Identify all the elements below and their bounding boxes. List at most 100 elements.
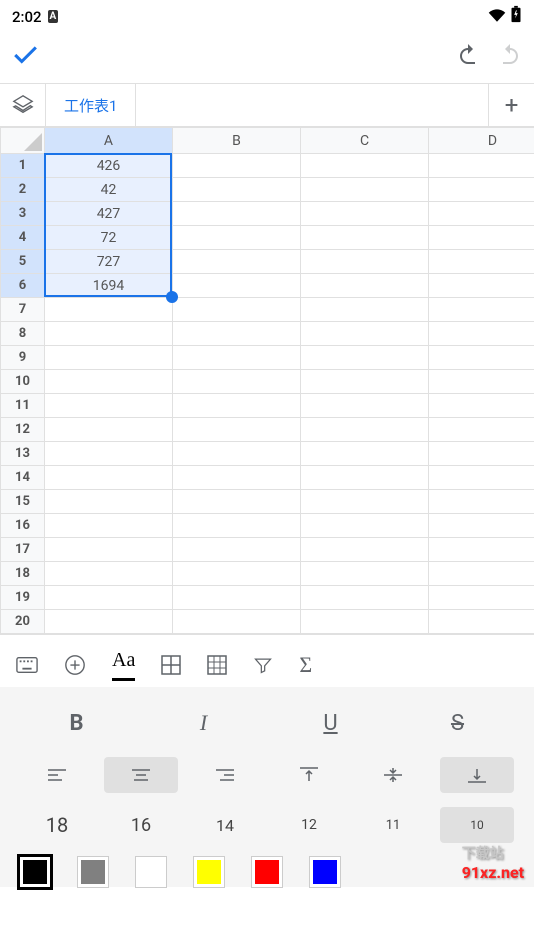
selection-handle[interactable] — [166, 291, 178, 303]
cell[interactable] — [301, 298, 429, 322]
font-size-option[interactable]: 18 — [20, 807, 94, 843]
cell[interactable] — [301, 586, 429, 610]
font-size-option[interactable]: 12 — [272, 807, 346, 843]
cell[interactable] — [301, 226, 429, 250]
column-header-a[interactable]: A — [45, 128, 173, 154]
cell[interactable] — [45, 370, 173, 394]
cell[interactable] — [301, 442, 429, 466]
cell[interactable] — [301, 274, 429, 298]
italic-button[interactable]: I — [147, 703, 260, 743]
valign-middle-button[interactable] — [356, 757, 430, 793]
cell[interactable] — [429, 538, 534, 562]
cell[interactable] — [173, 442, 301, 466]
cell[interactable] — [301, 250, 429, 274]
color-swatch-red[interactable] — [252, 857, 282, 887]
cell[interactable]: 1694 — [45, 274, 173, 298]
cell[interactable] — [173, 346, 301, 370]
row-header[interactable]: 19 — [1, 586, 45, 610]
cell[interactable] — [45, 538, 173, 562]
cell[interactable] — [429, 226, 534, 250]
cell[interactable] — [429, 562, 534, 586]
cell[interactable] — [301, 610, 429, 634]
cell[interactable] — [429, 178, 534, 202]
cell[interactable]: 727 — [45, 250, 173, 274]
valign-top-button[interactable] — [272, 757, 346, 793]
row-header[interactable]: 2 — [1, 178, 45, 202]
cell[interactable] — [301, 538, 429, 562]
cell[interactable] — [173, 394, 301, 418]
valign-bottom-button[interactable] — [440, 757, 514, 793]
cell[interactable] — [45, 610, 173, 634]
cell[interactable] — [45, 394, 173, 418]
cell-format-button[interactable] — [161, 655, 181, 675]
cell[interactable] — [429, 298, 534, 322]
add-button[interactable] — [64, 654, 86, 676]
font-size-option[interactable]: 14 — [188, 807, 262, 843]
cell[interactable] — [301, 490, 429, 514]
row-header[interactable]: 8 — [1, 322, 45, 346]
font-size-option[interactable]: 16 — [104, 807, 178, 843]
cell[interactable] — [301, 562, 429, 586]
cell[interactable] — [45, 322, 173, 346]
cell[interactable] — [429, 202, 534, 226]
underline-button[interactable]: U — [274, 703, 387, 743]
cell[interactable] — [429, 346, 534, 370]
formula-button[interactable]: Σ — [299, 652, 312, 678]
cell[interactable] — [301, 394, 429, 418]
row-header[interactable]: 18 — [1, 562, 45, 586]
align-left-button[interactable] — [20, 757, 94, 793]
row-header[interactable]: 7 — [1, 298, 45, 322]
cell[interactable] — [429, 490, 534, 514]
align-center-button[interactable] — [104, 757, 178, 793]
row-header[interactable]: 13 — [1, 442, 45, 466]
cell[interactable] — [173, 490, 301, 514]
row-header[interactable]: 11 — [1, 394, 45, 418]
undo-button[interactable] — [456, 43, 480, 73]
color-swatch-black[interactable] — [20, 857, 50, 887]
cell[interactable] — [301, 418, 429, 442]
cell[interactable] — [173, 514, 301, 538]
cell[interactable]: 426 — [45, 154, 173, 178]
cell[interactable] — [45, 418, 173, 442]
strikethrough-button[interactable]: S — [401, 703, 514, 743]
row-header[interactable]: 4 — [1, 226, 45, 250]
cell[interactable] — [429, 442, 534, 466]
row-header[interactable]: 15 — [1, 490, 45, 514]
cell[interactable] — [173, 370, 301, 394]
row-header[interactable]: 14 — [1, 466, 45, 490]
cell[interactable] — [301, 154, 429, 178]
cell[interactable] — [45, 490, 173, 514]
cell[interactable] — [429, 514, 534, 538]
cell[interactable] — [45, 442, 173, 466]
cell[interactable] — [173, 226, 301, 250]
cell[interactable] — [173, 466, 301, 490]
cell[interactable] — [301, 178, 429, 202]
sheet-tab[interactable]: 工作表1 — [46, 84, 136, 126]
cell[interactable] — [429, 250, 534, 274]
cell[interactable] — [301, 202, 429, 226]
cell[interactable] — [429, 322, 534, 346]
cell[interactable] — [301, 346, 429, 370]
text-format-button[interactable]: Aa — [112, 649, 135, 681]
column-header-c[interactable]: C — [301, 128, 429, 154]
cell[interactable] — [173, 562, 301, 586]
cell[interactable]: 427 — [45, 202, 173, 226]
confirm-button[interactable] — [12, 42, 38, 75]
cell[interactable] — [429, 586, 534, 610]
row-header[interactable]: 16 — [1, 514, 45, 538]
cell[interactable] — [429, 610, 534, 634]
filter-button[interactable] — [253, 655, 273, 675]
row-header[interactable]: 20 — [1, 610, 45, 634]
cell[interactable] — [301, 370, 429, 394]
cell[interactable] — [173, 154, 301, 178]
cell[interactable] — [173, 250, 301, 274]
font-size-option[interactable]: 10 — [440, 807, 514, 843]
cell[interactable] — [173, 202, 301, 226]
cell[interactable] — [45, 514, 173, 538]
row-header[interactable]: 9 — [1, 346, 45, 370]
row-header[interactable]: 6 — [1, 274, 45, 298]
cell[interactable] — [173, 178, 301, 202]
cell[interactable] — [45, 298, 173, 322]
cell[interactable] — [173, 538, 301, 562]
cell[interactable]: 72 — [45, 226, 173, 250]
